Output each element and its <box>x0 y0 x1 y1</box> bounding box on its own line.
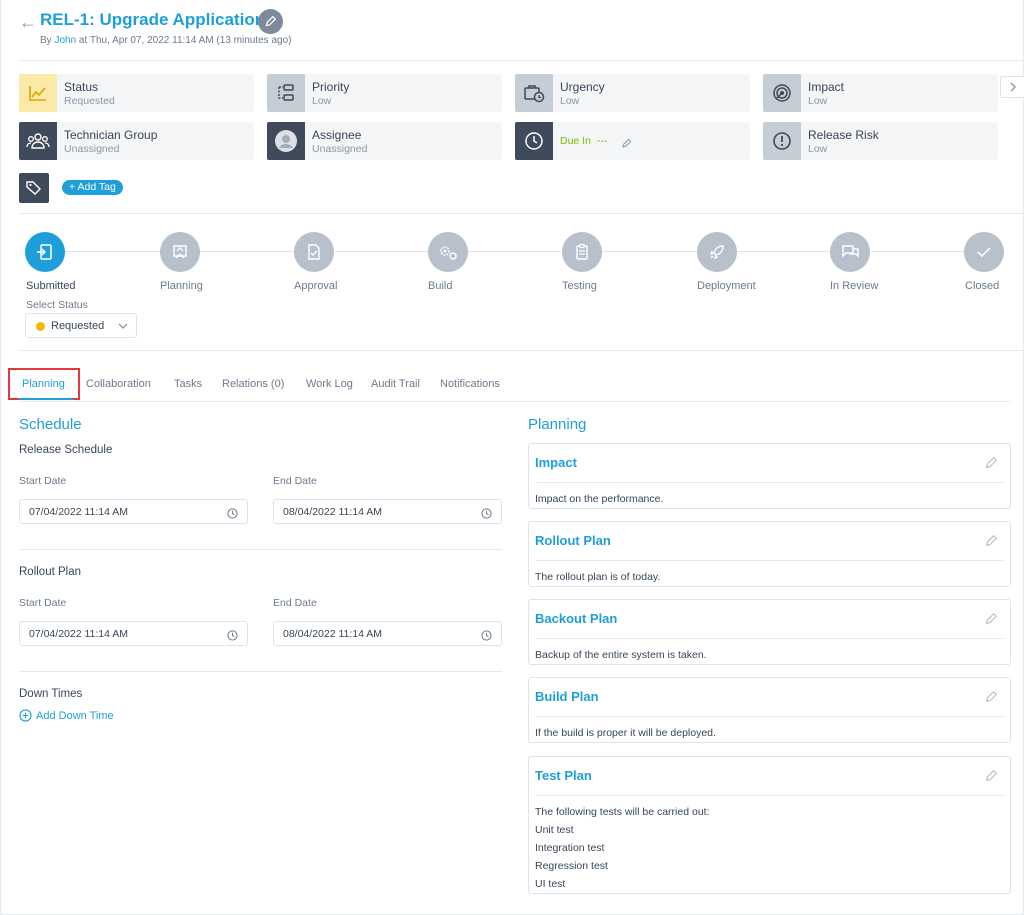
release-end-label: End Date <box>273 475 317 487</box>
page-frame: ← REL-1: Upgrade Application By John at … <box>0 0 1024 915</box>
clipboard-icon <box>576 243 588 260</box>
due-in-card[interactable]: Due In --- <box>515 122 750 160</box>
tag-icon <box>19 173 49 203</box>
creator-link[interactable]: John <box>54 35 76 46</box>
chat-icon <box>842 245 859 258</box>
chevron-down-icon <box>118 319 128 337</box>
chart-line-icon <box>19 74 57 112</box>
stage-build[interactable] <box>428 232 468 272</box>
divider <box>19 350 1024 351</box>
schedule-title: Schedule <box>19 416 82 433</box>
stage-label-build: Build <box>428 280 453 292</box>
pencil-icon[interactable] <box>984 456 998 475</box>
backout-plan-section: Backout Plan Backup of the entire system… <box>528 599 1011 665</box>
status-card[interactable]: Status Requested <box>19 74 254 112</box>
release-start-label: Start Date <box>19 475 67 487</box>
tab-planning[interactable]: Planning <box>22 378 65 390</box>
pencil-icon[interactable] <box>984 612 998 631</box>
tab-tasks[interactable]: Tasks <box>174 378 202 390</box>
technician-group-card[interactable]: Technician Group Unassigned <box>19 122 254 160</box>
priority-card[interactable]: Priority Low <box>267 74 502 112</box>
test-plan-section: Test Plan The following tests will be ca… <box>528 756 1011 894</box>
divider <box>19 60 1024 61</box>
target-icon <box>763 74 801 112</box>
avatar-icon <box>267 122 305 160</box>
stage-deployment[interactable] <box>697 232 737 272</box>
planning-title: Planning <box>528 416 587 433</box>
pencil-icon[interactable] <box>984 690 998 709</box>
pencil-icon[interactable] <box>984 534 998 553</box>
tab-audit-trail[interactable]: Audit Trail <box>371 378 420 390</box>
clock-icon <box>481 628 492 646</box>
stage-label-approval: Approval <box>294 280 338 292</box>
gears-icon <box>440 246 457 260</box>
stage-label-testing: Testing <box>562 280 597 292</box>
chevron-right-icon[interactable] <box>1000 76 1024 98</box>
pencil-icon[interactable] <box>258 9 283 34</box>
rollout-start-date-input[interactable]: 07/04/2022 11:14 AM <box>19 621 248 646</box>
add-tag-button[interactable]: + Add Tag <box>62 180 123 195</box>
tab-work-log[interactable]: Work Log <box>306 378 353 390</box>
stage-label-closed: Closed <box>965 280 1000 292</box>
due-in-value: Due In --- <box>560 135 608 147</box>
stage-label-in-review: In Review <box>830 280 879 292</box>
pencil-icon[interactable] <box>984 769 998 788</box>
rollout-start-label: Start Date <box>19 597 67 609</box>
divider <box>19 213 1024 214</box>
rollout-end-date-input[interactable]: 08/04/2022 11:14 AM <box>273 621 502 646</box>
select-status-label: Select Status <box>26 299 88 311</box>
clock-icon <box>481 506 492 524</box>
down-times-title: Down Times <box>19 688 83 700</box>
flow-icon <box>267 74 305 112</box>
stage-label-planning: Planning <box>160 280 203 292</box>
release-start-date-input[interactable]: 07/04/2022 11:14 AM <box>19 499 248 524</box>
rollout-plan-title: Rollout Plan <box>19 566 82 578</box>
release-end-date-input[interactable]: 08/04/2022 11:14 AM <box>273 499 502 524</box>
check-icon <box>977 247 991 258</box>
page-title: REL-1: Upgrade Application <box>40 10 266 29</box>
status-dot <box>36 322 45 331</box>
rollout-end-label: End Date <box>273 597 317 609</box>
stage-testing[interactable] <box>562 232 602 272</box>
tabs-divider <box>19 401 1011 402</box>
stage-in-review[interactable] <box>830 232 870 272</box>
clock-icon <box>227 628 238 646</box>
tab-relations[interactable]: Relations (0) <box>222 378 284 390</box>
created-meta: By John at Thu, Apr 07, 2022 11:14 AM (1… <box>40 35 292 46</box>
alert-circle-icon <box>763 122 801 160</box>
stage-submitted[interactable] <box>25 232 65 272</box>
clock-icon <box>515 122 553 160</box>
planning-icon <box>173 245 187 259</box>
users-icon <box>19 122 57 160</box>
stage-closed[interactable] <box>964 232 1004 272</box>
clock-icon <box>227 506 238 524</box>
release-risk-card[interactable]: Release Risk Low <box>763 122 998 160</box>
impact-section: Impact Impact on the performance. <box>528 443 1011 509</box>
arrow-left-icon[interactable]: ← <box>19 12 37 33</box>
tab-collaboration[interactable]: Collaboration <box>86 378 151 390</box>
approval-icon <box>308 244 320 260</box>
assignee-card[interactable]: Assignee Unassigned <box>267 122 502 160</box>
release-schedule-title: Release Schedule <box>19 444 113 456</box>
rollout-plan-section: Rollout Plan The rollout plan is of toda… <box>528 521 1011 587</box>
add-down-time-button[interactable]: Add Down Time <box>19 709 114 722</box>
submit-icon <box>37 244 52 260</box>
due-in-edit-icon[interactable] <box>621 136 632 154</box>
plus-circle-icon <box>19 709 32 722</box>
active-tab-indicator <box>19 398 73 400</box>
tab-notifications[interactable]: Notifications <box>440 378 500 390</box>
stage-approval[interactable] <box>294 232 334 272</box>
briefcase-clock-icon <box>515 74 553 112</box>
urgency-card[interactable]: Urgency Low <box>515 74 750 112</box>
divider <box>19 549 502 550</box>
status-select[interactable]: Requested <box>25 313 137 338</box>
divider <box>19 671 502 672</box>
stage-label-submitted: Submitted <box>26 280 76 292</box>
build-plan-section: Build Plan If the build is proper it wil… <box>528 677 1011 743</box>
rocket-icon <box>709 245 724 260</box>
stage-label-deployment: Deployment <box>697 280 756 292</box>
impact-card[interactable]: Impact Low <box>763 74 998 112</box>
stage-planning[interactable] <box>160 232 200 272</box>
